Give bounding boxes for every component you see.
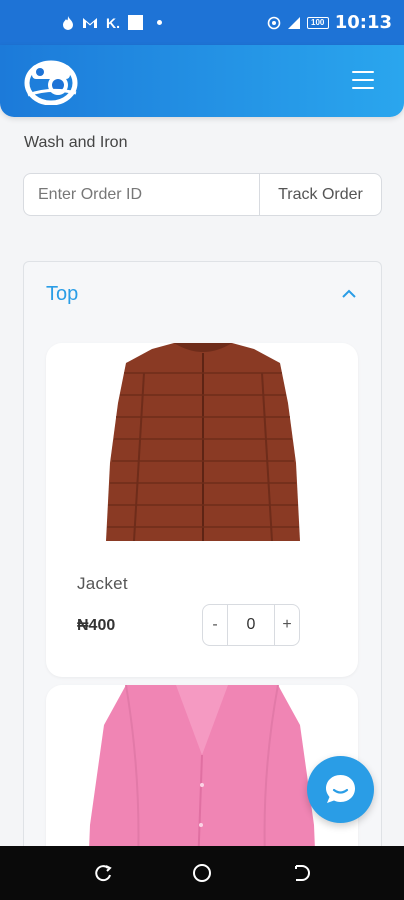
- product-price: ₦400: [77, 617, 116, 634]
- order-id-input[interactable]: [24, 174, 259, 215]
- recent-apps-icon[interactable]: [93, 863, 113, 883]
- battery-icon: 100: [306, 16, 329, 29]
- square-icon: [128, 15, 143, 30]
- k-icon: K.: [106, 14, 120, 31]
- system-icons: 100 10:13: [267, 12, 392, 33]
- chat-bubble-icon: [326, 775, 355, 803]
- home-icon[interactable]: [192, 863, 212, 883]
- dot-icon: [157, 20, 162, 25]
- category-header[interactable]: Top: [24, 262, 381, 326]
- hamburger-menu-icon[interactable]: [352, 71, 374, 89]
- app-header: [0, 45, 404, 117]
- quantity-value: 0: [227, 605, 275, 645]
- back-icon[interactable]: [290, 863, 310, 883]
- laundry-logo[interactable]: [24, 57, 78, 105]
- quantity-stepper: - 0 +: [202, 604, 300, 646]
- gmail-icon: [83, 17, 97, 28]
- notification-icons: K.: [62, 15, 162, 31]
- service-title: Wash and Iron: [24, 134, 128, 151]
- product-name: Jacket: [77, 574, 128, 593]
- hotspot-icon: [267, 16, 281, 29]
- increment-button[interactable]: +: [275, 605, 299, 645]
- chevron-up-icon[interactable]: [341, 287, 357, 299]
- track-order-bar: Track Order: [23, 173, 382, 216]
- chat-button[interactable]: [307, 756, 374, 823]
- decrement-button[interactable]: -: [203, 605, 227, 645]
- flame-icon: [63, 15, 73, 30]
- signal-icon: [287, 16, 300, 29]
- product-card: Jacket ₦400 - 0 +: [46, 343, 358, 677]
- pink-shirt-image: [88, 685, 316, 860]
- track-order-button[interactable]: Track Order: [259, 174, 381, 215]
- status-bar: K. 100 10:13: [0, 0, 404, 45]
- category-title: Top: [46, 283, 79, 305]
- status-time: 10:13: [334, 12, 392, 33]
- system-nav-bar: [0, 846, 404, 900]
- jacket-image: [106, 343, 300, 541]
